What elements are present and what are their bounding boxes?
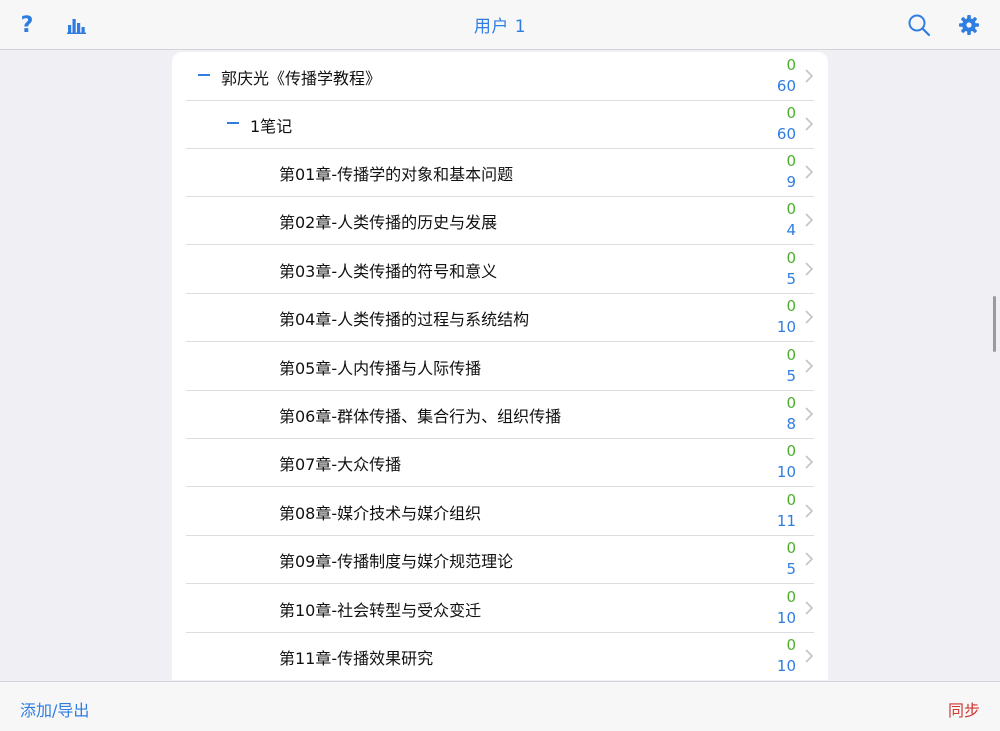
chevron-right-icon: [805, 407, 814, 421]
bottom-toolbar: 添加/导出 同步: [0, 681, 1000, 731]
count-total: 10: [776, 318, 796, 337]
chapter-row[interactable]: 第03章-人类传播的符号和意义 0 5: [186, 245, 814, 294]
row-label: 第07章-大众传播: [279, 455, 402, 475]
chapter-row[interactable]: 第10章-社会转型与受众变迁 0 10: [186, 584, 814, 633]
count-new: 0: [786, 636, 796, 654]
chapter-row[interactable]: 第11章-传播效果研究 0 10: [186, 632, 814, 680]
count-new: 0: [786, 442, 796, 461]
chevron-right-icon: [805, 649, 814, 663]
count-new: 0: [786, 297, 796, 316]
chapter-row[interactable]: 第01章-传播学的对象和基本问题 0 9: [186, 148, 814, 197]
folder-row[interactable]: 1笔记 0 60: [186, 100, 814, 149]
count-total: 5: [786, 366, 796, 385]
count-total: 5: [786, 560, 796, 579]
row-label: 第02章-人类传播的历史与发展: [279, 213, 498, 233]
chevron-right-icon: [805, 69, 814, 83]
count-total: 5: [786, 269, 796, 288]
add-export-button[interactable]: 添加/导出: [20, 697, 89, 721]
root-book-row[interactable]: 郭庆光《传播学教程》 0 60: [186, 52, 814, 101]
count-total: 10: [776, 463, 796, 482]
chevron-right-icon: [805, 310, 814, 324]
chapter-row[interactable]: 第04章-人类传播的过程与系统结构 0 10: [186, 293, 814, 343]
chapter-row[interactable]: 第08章-媒介技术与媒介组织 0 11: [186, 487, 814, 536]
count-new: 0: [786, 345, 796, 364]
bar-chart-icon[interactable]: [64, 12, 90, 38]
count-total: 60: [776, 125, 796, 143]
count-new: 0: [786, 104, 796, 122]
count-new: 0: [786, 490, 796, 509]
chevron-right-icon: [805, 213, 814, 227]
page-title: 用户 1: [473, 17, 527, 37]
count-total: 11: [776, 511, 796, 530]
count-total: 10: [776, 608, 796, 627]
row-label: 第06章-群体传播、集合行为、组织传播: [279, 407, 562, 426]
row-label: 第10章-社会转型与受众变迁: [279, 600, 482, 620]
count-total: 9: [786, 173, 796, 191]
chevron-right-icon: [805, 504, 814, 518]
chapter-row[interactable]: 第06章-群体传播、集合行为、组织传播 0 8: [186, 390, 814, 439]
question-mark-icon[interactable]: ?: [14, 12, 40, 38]
chapter-row[interactable]: 第09章-传播制度与媒介规范理论 0 5: [186, 535, 814, 585]
row-label: 第08章-媒介技术与媒介组织: [279, 503, 482, 523]
collapse-minus-icon[interactable]: [198, 74, 210, 76]
collapse-minus-icon[interactable]: [227, 122, 239, 124]
count-new: 0: [786, 539, 796, 558]
row-label: 第11章-传播效果研究: [279, 649, 434, 668]
scroll-indicator[interactable]: [993, 296, 996, 352]
chevron-right-icon: [805, 165, 814, 179]
row-label: 第09章-传播制度与媒介规范理论: [279, 552, 514, 572]
count-new: 0: [786, 587, 796, 606]
sync-button[interactable]: 同步: [948, 697, 980, 721]
search-icon[interactable]: [906, 12, 932, 38]
row-label: 郭庆光《传播学教程》: [221, 69, 382, 88]
count-new: 0: [786, 56, 796, 74]
chapter-row[interactable]: 第07章-大众传播 0 10: [186, 438, 814, 488]
count-new: 0: [786, 394, 796, 412]
chevron-right-icon: [805, 262, 814, 276]
chevron-right-icon: [805, 601, 814, 615]
count-total: 60: [776, 77, 796, 95]
row-label: 第05章-人内传播与人际传播: [279, 358, 482, 378]
row-label: 1笔记: [250, 117, 293, 136]
chevron-right-icon: [805, 455, 814, 469]
chevron-right-icon: [805, 117, 814, 131]
count-total: 10: [776, 657, 796, 675]
count-new: 0: [786, 152, 796, 170]
gear-icon[interactable]: [956, 12, 982, 38]
row-label: 第01章-传播学的对象和基本问题: [279, 165, 514, 184]
count-total: 8: [786, 415, 796, 433]
row-label: 第04章-人类传播的过程与系统结构: [279, 310, 530, 330]
count-total: 4: [786, 221, 796, 240]
outline-list: 郭庆光《传播学教程》 0 60 1笔记 0 60 第01章-传播学的对象和基本问…: [172, 52, 828, 680]
chevron-right-icon: [805, 552, 814, 566]
chevron-right-icon: [805, 359, 814, 373]
count-new: 0: [786, 248, 796, 267]
chapter-row[interactable]: 第05章-人内传播与人际传播 0 5: [186, 342, 814, 391]
count-new: 0: [786, 200, 796, 219]
top-navigation-bar: ? 用户 1: [0, 0, 1000, 50]
chapter-row[interactable]: 第02章-人类传播的历史与发展 0 4: [186, 196, 814, 246]
row-label: 第03章-人类传播的符号和意义: [279, 261, 498, 281]
